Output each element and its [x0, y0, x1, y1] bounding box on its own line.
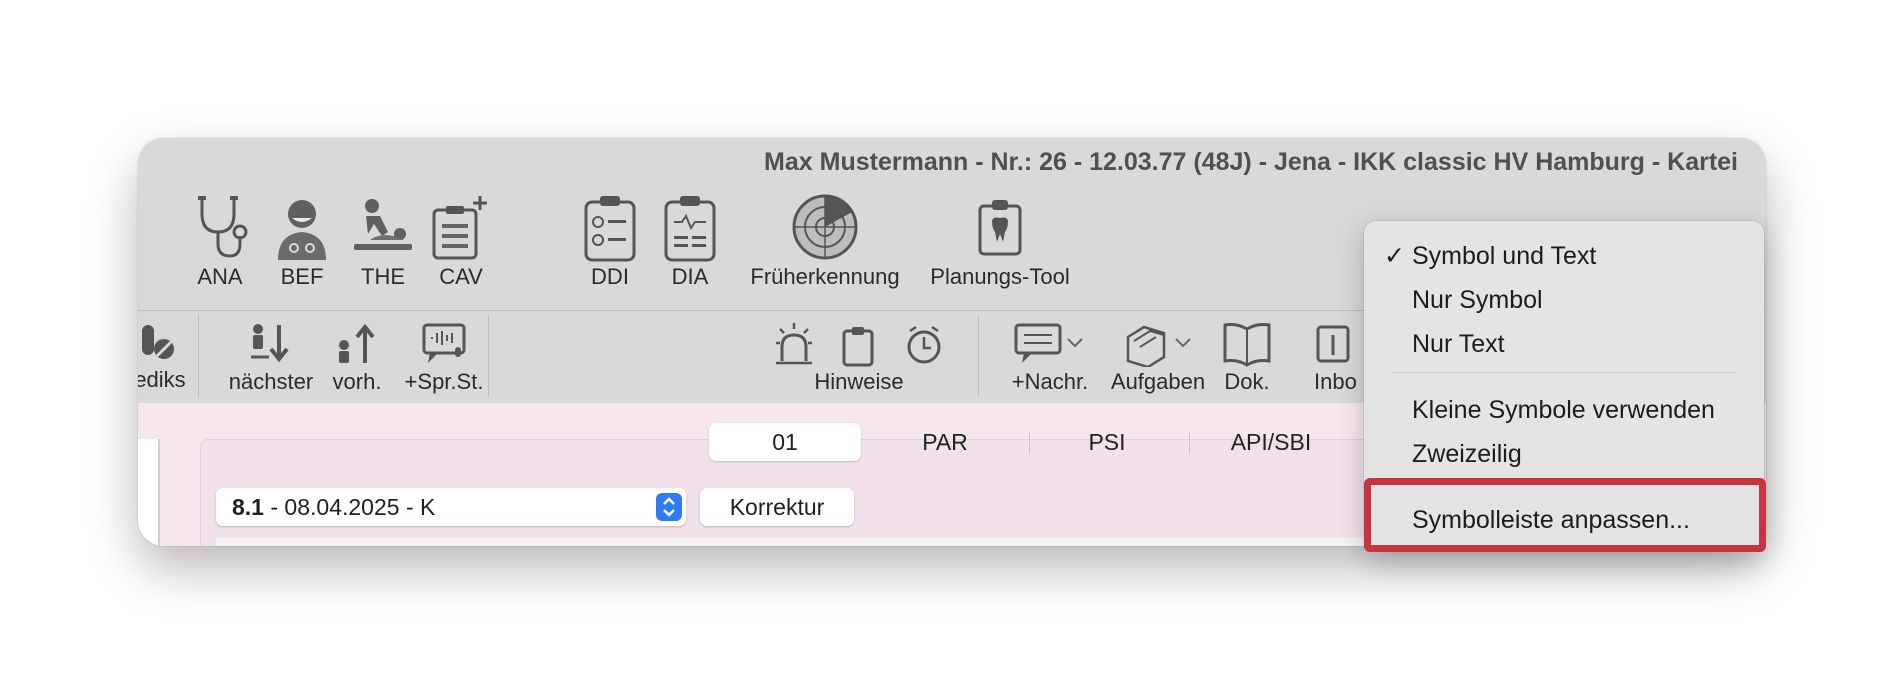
- toolbar-separator: [198, 315, 199, 397]
- toolbar-button-label: DDI: [591, 264, 629, 289]
- menu-separator: [1392, 372, 1736, 373]
- menu-item-kleine-symbole[interactable]: Kleine Symbole verwenden: [1364, 392, 1764, 428]
- toolbar-button-label: nächster: [228, 369, 314, 394]
- tab-01[interactable]: 01: [709, 423, 861, 461]
- menu-item-label: Symbol und Text: [1412, 242, 1597, 270]
- toolbar-button-hinweise[interactable]: Hinweise: [774, 321, 944, 395]
- voice-message-icon: [422, 323, 466, 363]
- toolbar-button-naechster[interactable]: nächster: [216, 321, 326, 395]
- toolbar-button-frueherkennung[interactable]: Früherkennung: [744, 194, 906, 290]
- menu-item-symbol-und-text[interactable]: ✓ Symbol und Text: [1364, 238, 1764, 274]
- toolbar-button-dok[interactable]: Dok.: [1216, 321, 1278, 395]
- toolbar-button-label: BEF: [280, 264, 324, 289]
- radar-icon: [792, 194, 858, 260]
- menu-item-nur-text[interactable]: Nur Text: [1364, 326, 1764, 362]
- toolbar-button-label: Aufgaben: [1110, 369, 1206, 394]
- toolbar-button-label: Früherkennung: [750, 264, 900, 289]
- menu-item-label: Nur Text: [1412, 330, 1505, 358]
- record-select[interactable]: 8.1 - 08.04.2025 - K: [216, 488, 686, 526]
- toolbar-button-aufgaben[interactable]: Aufgaben: [1104, 321, 1212, 395]
- toolbar-button-label: Dok.: [1224, 369, 1270, 394]
- doctor-icon: [278, 200, 326, 260]
- record-number: 8.1: [232, 494, 264, 520]
- menu-item-zweizeilig[interactable]: Zweizeilig: [1364, 436, 1764, 472]
- toolbar-button-label: ediks: [138, 367, 186, 392]
- toolbar-button-label: Planungs-Tool: [930, 264, 1070, 289]
- diagnosis-clipboard-icon: [664, 196, 716, 262]
- toolbar-button-the[interactable]: THE: [350, 194, 416, 290]
- inbox-icon: [1316, 325, 1350, 363]
- toolbar-button-label: +Nachr.: [1011, 369, 1089, 394]
- window-title: Max Mustermann - Nr.: 26 - 12.03.77 (48J…: [764, 148, 1738, 176]
- arrow-up-person-icon: [339, 323, 375, 363]
- toolbar-button-cav[interactable]: CAV: [428, 194, 494, 290]
- toolbar-button-ddi[interactable]: DDI: [580, 194, 640, 290]
- toolbar-button-vorh[interactable]: vorh.: [324, 321, 390, 395]
- arrow-down-person-icon: [251, 324, 289, 363]
- korrektur-button[interactable]: Korrektur: [700, 488, 854, 526]
- toolbar-button-label: ANA: [197, 264, 243, 289]
- toolbar-button-dia[interactable]: DIA: [660, 194, 720, 290]
- stethoscope-icon: [198, 196, 248, 258]
- tab-par[interactable]: PAR: [869, 423, 1021, 461]
- toolbar-button-mediks[interactable]: ediks: [138, 321, 188, 393]
- toolbar-button-sprachnotiz[interactable]: +Spr.St.: [398, 321, 490, 395]
- tab-divider: [1189, 432, 1190, 454]
- tab-psi[interactable]: PSI: [1031, 423, 1183, 461]
- side-pane: [138, 439, 160, 546]
- therapy-icon: [354, 199, 412, 250]
- tab-api-sbi[interactable]: API/SBI: [1191, 423, 1351, 461]
- menu-item-nur-symbol[interactable]: Nur Symbol: [1364, 282, 1764, 318]
- menu-item-label: Zweizeilig: [1412, 440, 1522, 468]
- highlight-box: [1364, 478, 1766, 552]
- alarm-light-icon: [776, 323, 941, 367]
- tasks-icon: [1126, 325, 1191, 367]
- toolbar-button-bef[interactable]: BEF: [272, 194, 332, 290]
- toolbar-separator: [488, 315, 489, 397]
- toolbar-button-label: Hinweise: [814, 369, 904, 394]
- message-icon: [1014, 323, 1083, 363]
- toolbar-button-label: THE: [361, 264, 405, 289]
- toolbar-button-label: +Spr.St.: [404, 369, 484, 394]
- toolbar-button-nachricht[interactable]: +Nachr.: [1000, 321, 1100, 395]
- record-date: - 08.04.2025 - K: [263, 494, 436, 520]
- checklist-icon: [584, 196, 636, 262]
- toolbar-button-label: CAV: [439, 264, 483, 289]
- toolbar-button-planungs-tool[interactable]: Planungs-Tool: [924, 194, 1076, 290]
- menu-item-label: Kleine Symbole verwenden: [1412, 396, 1715, 424]
- book-icon: [1223, 323, 1271, 367]
- tab-divider: [1029, 432, 1030, 454]
- toolbar-button-label: DIA: [671, 264, 709, 289]
- checkmark-icon: ✓: [1384, 242, 1405, 270]
- toolbar-separator: [978, 315, 979, 397]
- toolbar-button-ana[interactable]: ANA: [190, 194, 250, 290]
- pills-icon: [142, 325, 174, 359]
- menu-item-label: Nur Symbol: [1412, 286, 1543, 314]
- select-stepper-icon[interactable]: [656, 493, 682, 521]
- clipboard-plus-icon: [432, 196, 487, 260]
- tooth-clipboard-icon: [978, 200, 1022, 256]
- toolbar-button-label: vorh.: [332, 369, 382, 394]
